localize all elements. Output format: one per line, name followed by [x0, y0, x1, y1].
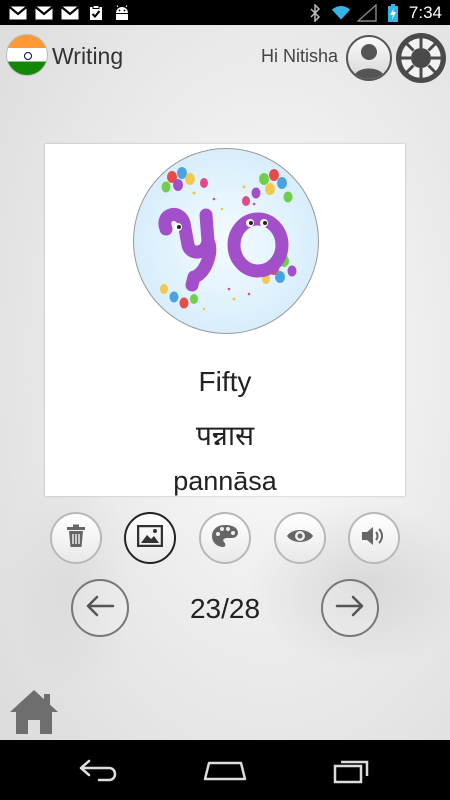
signal-icon — [356, 3, 377, 22]
next-button[interactable] — [321, 579, 379, 637]
speaker-icon — [361, 525, 387, 552]
sound-button[interactable] — [348, 512, 400, 564]
word-english: Fifty — [198, 366, 252, 397]
clipboard-check-icon — [86, 4, 106, 21]
bluetooth-icon — [305, 3, 325, 22]
status-bar: 7:34 — [0, 0, 450, 25]
wifi-icon — [331, 5, 351, 21]
ashoka-chakra — [24, 52, 32, 60]
battery-charging-icon — [383, 3, 403, 22]
word-hindi: पन्नास — [195, 419, 255, 452]
notification-icons — [0, 4, 132, 21]
home-icon[interactable] — [8, 688, 60, 736]
image-button[interactable] — [124, 512, 176, 564]
view-button[interactable] — [274, 512, 326, 564]
system-nav-bar — [0, 740, 450, 800]
palette-button[interactable] — [199, 512, 251, 564]
india-flag-icon[interactable] — [6, 34, 48, 76]
user-greeting: Hi Nitisha — [260, 46, 338, 66]
arrow-right-icon — [335, 595, 365, 622]
page-title: Writing — [52, 43, 124, 69]
action-bar: Writing Hi Nitisha — [0, 25, 450, 87]
home-outline-icon[interactable] — [202, 754, 248, 786]
android-icon — [112, 4, 132, 21]
gmail-icon — [34, 5, 54, 21]
trash-icon — [65, 524, 87, 553]
number-fifty-devanagari-balloons[interactable] — [133, 148, 319, 334]
word-transliteration: pannāsa — [173, 466, 277, 496]
eye-icon — [286, 527, 314, 550]
arrow-left-icon — [85, 595, 115, 622]
palette-icon — [211, 524, 239, 553]
clock: 7:34 — [408, 2, 442, 22]
image-icon — [136, 524, 164, 552]
page-counter: 23/28 — [189, 593, 261, 624]
word-card: Fifty पन्नास pannāsa — [45, 144, 405, 496]
gmail-icon — [8, 5, 28, 21]
settings-ring-icon[interactable] — [396, 33, 446, 83]
system-icons: 7:34 — [305, 3, 450, 23]
back-icon[interactable] — [76, 754, 122, 786]
user-avatar-icon[interactable] — [346, 35, 392, 81]
gmail-icon — [60, 5, 80, 21]
delete-button[interactable] — [50, 512, 102, 564]
previous-button[interactable] — [71, 579, 129, 637]
recent-apps-icon[interactable] — [328, 754, 374, 786]
